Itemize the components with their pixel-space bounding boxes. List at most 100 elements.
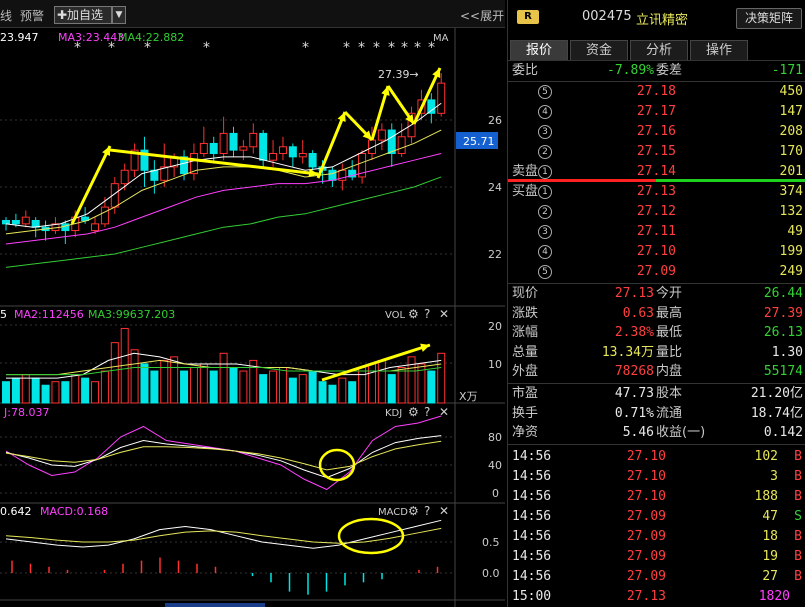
order-ratio-row: 委比 -7.89% 委差 -171 — [508, 61, 805, 81]
tick-volume: 188 — [754, 489, 778, 504]
vol-ma2-value: MA2:112456 — [14, 308, 84, 321]
stat-row: 外盘 78268 内盘 55174 — [508, 362, 805, 382]
close-icon[interactable]: ✕ — [439, 307, 449, 321]
stat-value: 1.30 — [771, 344, 803, 360]
tick-row[interactable]: 14:56 27.09 27 B — [508, 567, 805, 587]
decision-matrix-button[interactable]: 决策矩阵 — [736, 8, 802, 29]
buy-row[interactable]: 3 27.11 49 — [508, 222, 805, 242]
volume-bar — [41, 384, 50, 404]
stat-label: 量比 — [656, 344, 683, 360]
tick-time: 14:56 — [512, 509, 552, 524]
buy-row[interactable]: 买盘 1 27.13 374 — [508, 182, 805, 202]
buy-price: 27.12 — [636, 204, 676, 219]
macd-title: MACD — [378, 507, 408, 518]
chart-toolbar: 线 预警 ✚加自选 ▼ <<展开 — [0, 0, 505, 28]
chevron-down-icon[interactable]: ▼ — [112, 6, 126, 24]
buy-row[interactable]: 4 27.10 199 — [508, 242, 805, 262]
close-icon[interactable]: ✕ — [439, 504, 449, 518]
stat-value: 21.20亿 — [750, 386, 803, 401]
stat-value: 0.71% — [614, 405, 654, 421]
sell-row[interactable]: 4 27.17 147 — [508, 102, 805, 122]
volume-bar — [61, 381, 70, 404]
candle-body — [328, 169, 337, 181]
help-icon[interactable]: ? — [424, 307, 430, 321]
tick-side: B — [794, 569, 802, 584]
tick-side: B — [794, 529, 802, 544]
stock-chart[interactable]: * * * * * * * * * * * *23.947 MA3:23.443MA4:22.882 MA… — [0, 28, 505, 607]
help-icon[interactable]: ? — [424, 405, 430, 419]
volume-bar — [31, 377, 40, 404]
tab-analysis[interactable]: 分析 — [630, 40, 688, 60]
sell-row[interactable]: 3 27.16 208 — [508, 122, 805, 142]
buy-volume: 132 — [779, 204, 803, 219]
volume-bar — [308, 370, 317, 404]
stat-label: 内盘 — [656, 364, 683, 380]
volume-bar — [328, 384, 337, 404]
tick-volume: 3 — [770, 469, 778, 484]
ma1-value: 23.947 — [0, 31, 39, 44]
tab-quote[interactable]: 报价 — [510, 40, 568, 60]
tick-row[interactable]: 15:00 27.13 1820 — [508, 587, 805, 607]
volume-bar — [427, 370, 436, 404]
tick-row[interactable]: 14:56 27.09 47 S — [508, 507, 805, 527]
volume-bar — [51, 381, 60, 404]
buy-row[interactable]: 5 27.09 249 — [508, 262, 805, 282]
tick-time: 14:56 — [512, 469, 552, 484]
tick-row[interactable]: 14:56 27.10 102 B — [508, 447, 805, 467]
stat-value: 26.44 — [763, 286, 803, 301]
level-badge: 3 — [538, 125, 552, 139]
tick-row[interactable]: 14:56 27.10 188 B — [508, 487, 805, 507]
current-price-label: 25.71 — [463, 135, 495, 148]
stat-value: 26.13 — [763, 325, 803, 341]
volume-bar — [259, 374, 268, 404]
tick-row[interactable]: 14:56 27.09 18 B — [508, 527, 805, 547]
tab-funds[interactable]: 资金 — [570, 40, 628, 60]
buy-price: 27.11 — [636, 224, 676, 239]
gear-icon[interactable]: ⚙ — [408, 504, 419, 518]
star-marker: * — [302, 40, 309, 56]
volume-bar — [219, 352, 228, 404]
kdj-title: KDJ — [385, 408, 402, 419]
kdj-tick: 0 — [492, 487, 499, 500]
volume-bar — [298, 374, 307, 404]
tick-row[interactable]: 14:56 27.10 3 B — [508, 467, 805, 487]
gear-icon[interactable]: ⚙ — [408, 307, 419, 321]
tick-time: 14:56 — [512, 529, 552, 544]
buy-volume: 374 — [779, 184, 803, 199]
tick-price: 27.10 — [626, 469, 666, 484]
buy-row[interactable]: 2 27.12 132 — [508, 202, 805, 222]
alert-button[interactable]: 预警 — [20, 7, 44, 24]
candle-body — [199, 142, 208, 154]
tick-volume: 19 — [762, 549, 778, 564]
help-icon[interactable]: ? — [424, 504, 430, 518]
stat-value: 0.142 — [763, 425, 803, 441]
volume-bar — [367, 363, 376, 404]
close-icon[interactable]: ✕ — [439, 405, 449, 419]
stat-label: 流通 — [656, 405, 683, 421]
tick-row[interactable]: 14:56 27.09 19 B — [508, 547, 805, 567]
candle-body — [219, 132, 228, 155]
chart-area[interactable]: 线 预警 ✚加自选 ▼ <<展开 * * * * * * * * * * * * 23.947 MA3:2… — [0, 0, 505, 607]
volume-bar — [11, 377, 20, 404]
volume-bar — [160, 359, 169, 404]
add-watchlist-button[interactable]: ✚加自选 — [54, 6, 112, 24]
gear-icon[interactable]: ⚙ — [408, 405, 419, 419]
volume-bar — [278, 367, 287, 404]
stat-label: 外盘 — [512, 364, 539, 380]
stat-value: 18.74亿 — [750, 405, 803, 421]
tab-operation[interactable]: 操作 — [690, 40, 748, 60]
toolbar-line-label[interactable]: 线 — [0, 7, 12, 24]
volume-bar — [130, 349, 139, 404]
sell-row[interactable]: 2 27.15 170 — [508, 142, 805, 162]
kdj-tick: 80 — [488, 431, 502, 444]
sell-row[interactable]: 5 27.18 450 — [508, 82, 805, 102]
buy-price: 27.13 — [636, 184, 676, 199]
level-badge: 1 — [538, 185, 552, 199]
ma3-value: MA3:23.443 — [58, 31, 124, 44]
expand-button[interactable]: <<展开 — [460, 7, 504, 24]
weibi-label: 委比 — [512, 63, 539, 78]
candle-body — [209, 142, 218, 154]
candle-body — [367, 139, 376, 154]
stat-label: 股本 — [656, 386, 683, 401]
stat-value: 78268 — [614, 364, 654, 380]
